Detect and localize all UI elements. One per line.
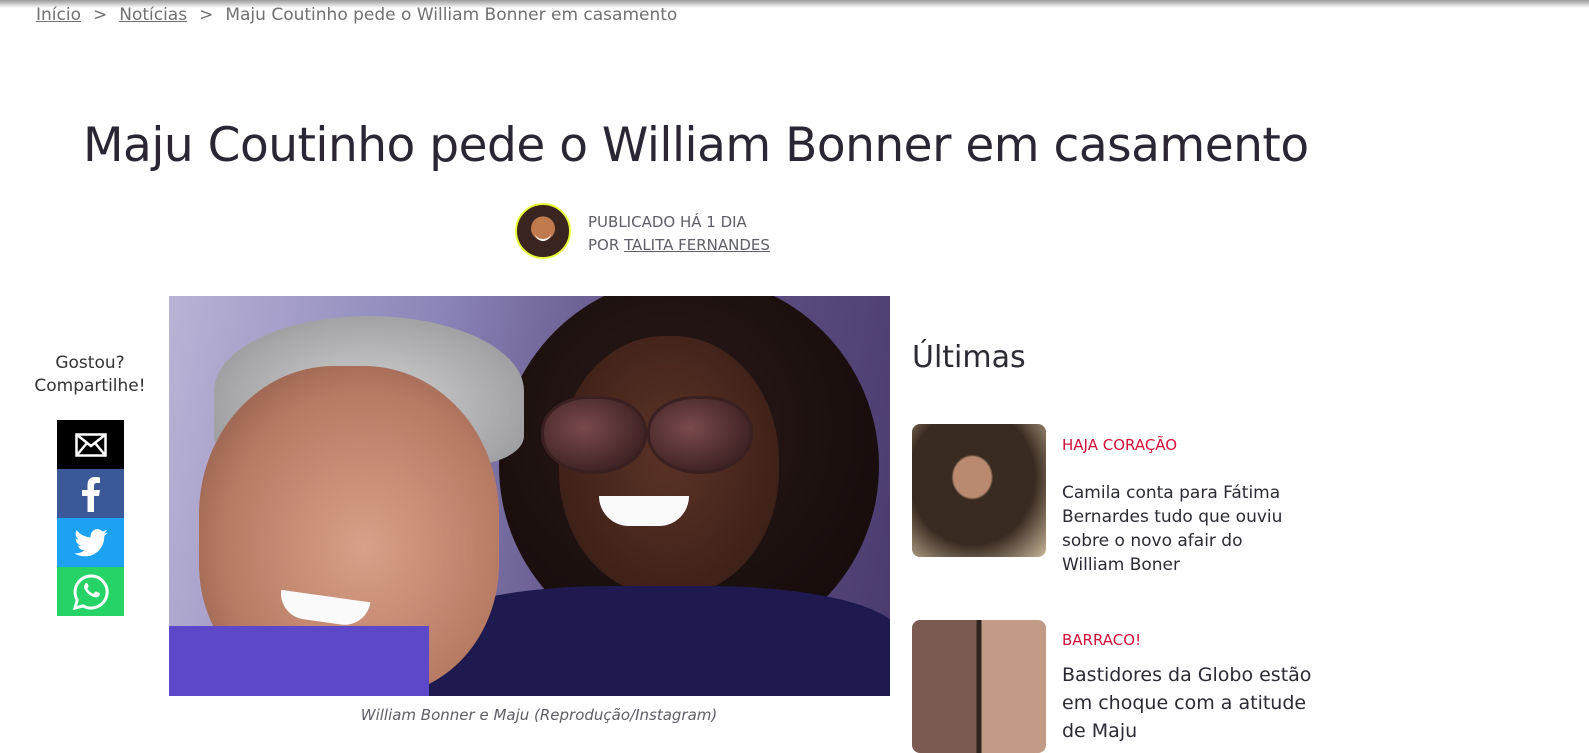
hero-image-detail bbox=[647, 396, 753, 474]
breadcrumb: Início > Notícias > Maju Coutinho pede o Wil… bbox=[36, 5, 677, 25]
publish-date: PUBLICADO HÁ 1 DIA bbox=[588, 213, 747, 231]
hero-image-detail bbox=[541, 396, 647, 474]
whatsapp-icon bbox=[72, 573, 109, 610]
news-category[interactable]: BARRACO! bbox=[1062, 631, 1141, 649]
share-prompt-line1: Gostou? bbox=[55, 353, 125, 373]
news-thumbnail[interactable] bbox=[912, 424, 1046, 557]
breadcrumb-current: Maju Coutinho pede o William Bonner em c… bbox=[225, 5, 678, 25]
news-category[interactable]: HAJA CORAÇÃO bbox=[1062, 436, 1177, 454]
article-title: Maju Coutinho pede o William Bonner em c… bbox=[83, 118, 1309, 173]
author-avatar[interactable] bbox=[515, 203, 571, 259]
share-twitter-button[interactable] bbox=[57, 518, 124, 567]
latest-news-item[interactable]: BARRACO! Bastidores da Globo estão em ch… bbox=[912, 620, 1312, 753]
share-whatsapp-button[interactable] bbox=[57, 567, 124, 616]
byline: POR TALITA FERNANDES bbox=[588, 234, 770, 257]
share-prompt: Gostou? Compartilhe! bbox=[20, 352, 160, 398]
email-icon bbox=[74, 432, 107, 457]
breadcrumb-link-noticias[interactable]: Notícias bbox=[119, 5, 187, 25]
share-prompt-line2: Compartilhe! bbox=[34, 376, 146, 396]
hero-image-detail bbox=[169, 626, 429, 696]
sidebar-title: Últimas bbox=[912, 340, 1026, 375]
image-caption: William Bonner e Maju (Reprodução/Instag… bbox=[360, 706, 718, 724]
byline-prefix: POR bbox=[588, 236, 620, 254]
share-facebook-button[interactable] bbox=[57, 469, 124, 518]
facebook-icon bbox=[81, 476, 100, 512]
news-headline[interactable]: Camila conta para Fátima Bernardes tudo … bbox=[1062, 481, 1302, 577]
twitter-icon bbox=[73, 528, 108, 556]
article-meta: PUBLICADO HÁ 1 DIA POR TALITA FERNANDES bbox=[588, 211, 770, 257]
article-hero-image bbox=[169, 296, 890, 696]
latest-news-item[interactable]: HAJA CORAÇÃO Camila conta para Fátima Be… bbox=[912, 424, 1312, 584]
breadcrumb-separator: > bbox=[199, 5, 214, 25]
breadcrumb-link-inicio[interactable]: Início bbox=[36, 5, 81, 25]
news-thumbnail[interactable] bbox=[912, 620, 1046, 753]
share-email-button[interactable] bbox=[57, 420, 124, 469]
avatar-face-detail bbox=[535, 233, 551, 241]
breadcrumb-separator: > bbox=[92, 5, 108, 25]
news-headline[interactable]: Bastidores da Globo estão em choque com … bbox=[1062, 661, 1312, 745]
author-link[interactable]: TALITA FERNANDES bbox=[624, 236, 770, 254]
